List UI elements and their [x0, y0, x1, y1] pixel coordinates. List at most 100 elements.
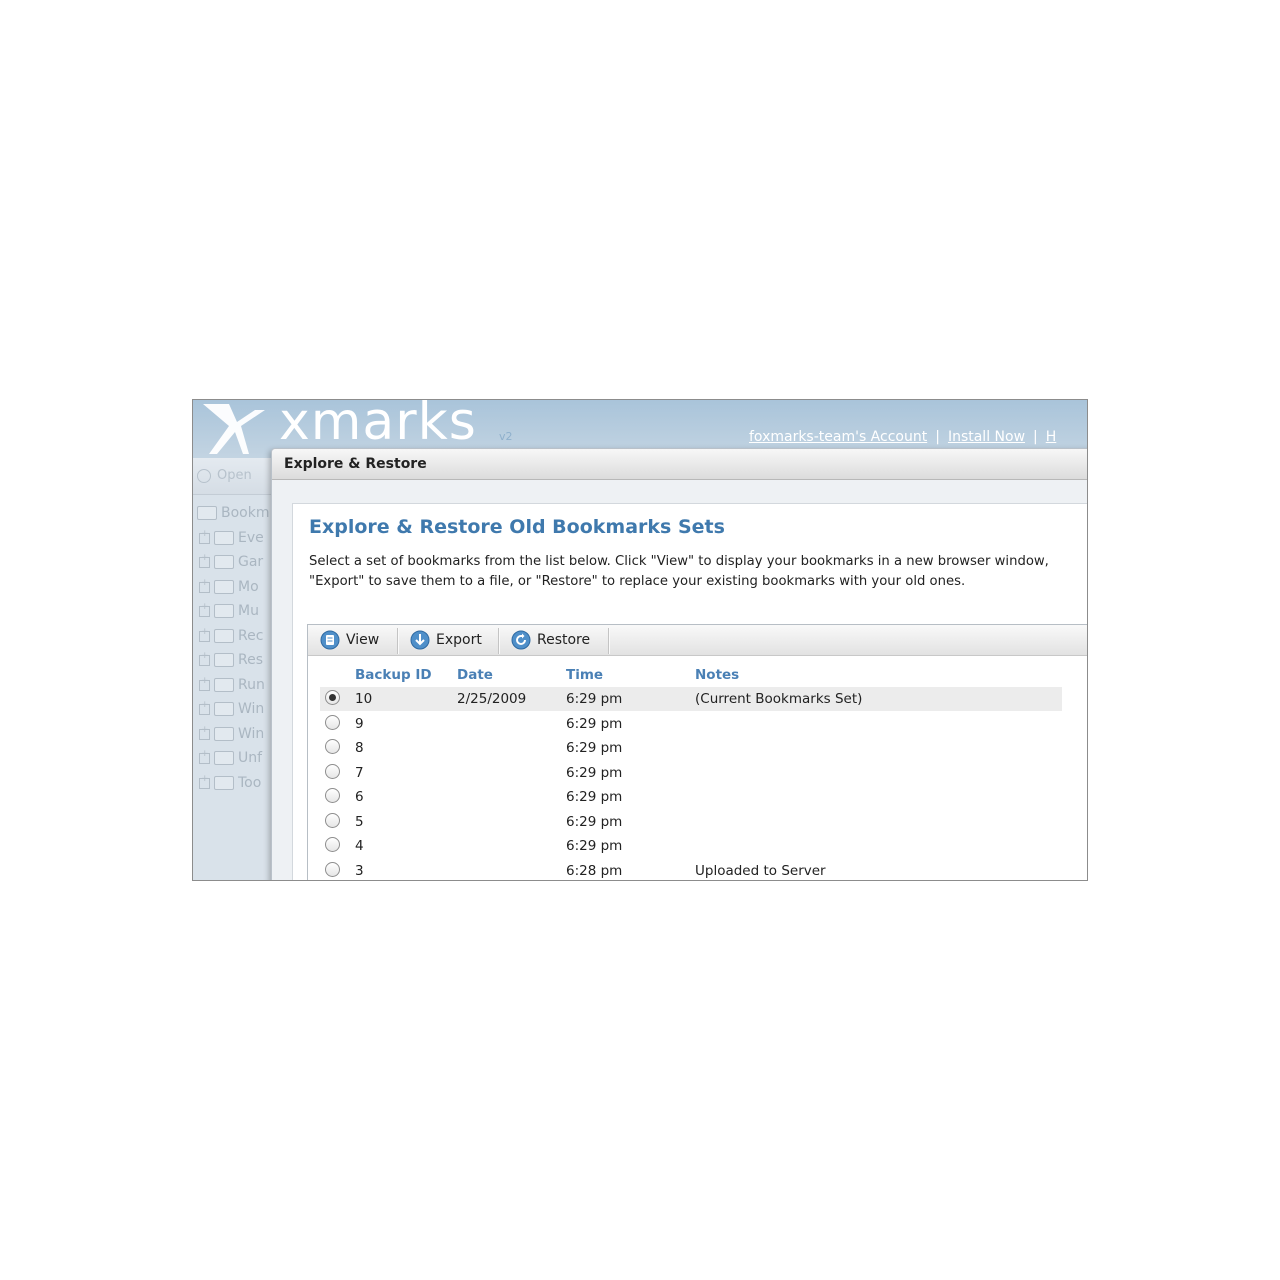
folder-icon	[214, 702, 234, 716]
time-cell: 6:29 pm	[566, 715, 623, 732]
view-icon	[320, 630, 340, 650]
help-link[interactable]: H	[1046, 429, 1057, 445]
backup-radio-button[interactable]	[325, 861, 340, 877]
folder-icon	[214, 604, 234, 618]
expand-icon	[199, 529, 210, 544]
table-row[interactable]: 10 2/25/2009 6:29 pm (Current Bookmarks Set…	[320, 687, 1062, 711]
expand-icon	[199, 578, 210, 593]
column-header-backup-id[interactable]: Backup ID	[355, 667, 432, 683]
column-header-notes[interactable]: Notes	[695, 667, 739, 683]
expand-icon	[199, 602, 210, 617]
toolbar-divider	[608, 628, 610, 654]
restore-icon	[511, 630, 531, 650]
time-cell: 6:29 pm	[566, 813, 623, 830]
tree-item[interactable]: Run	[199, 676, 265, 693]
tree-item[interactable]: Gar	[199, 553, 263, 570]
table-row[interactable]: 9 6:29 pm	[320, 712, 1062, 736]
table-row[interactable]: 6 6:29 pm	[320, 785, 1062, 809]
version-label: v2	[499, 430, 513, 443]
backup-id-cell: 6	[355, 789, 364, 805]
account-links: foxmarks-team's Account | Install Now | H	[749, 429, 1056, 445]
tree-item[interactable]: Res	[199, 651, 263, 668]
backup-id-cell: 8	[355, 740, 364, 756]
dialog-titlebar[interactable]: Explore & Restore	[272, 449, 1087, 480]
tree-item[interactable]: Win	[199, 725, 264, 742]
folder-icon	[214, 653, 234, 667]
time-cell: 6:29 pm	[566, 740, 623, 756]
dialog-title: Explore & Restore	[284, 456, 427, 472]
date-cell: 2/25/2009	[457, 691, 527, 707]
column-header-date[interactable]: Date	[457, 667, 493, 683]
backup-id-cell: 10	[355, 691, 373, 707]
time-cell: 6:28 pm	[566, 862, 623, 879]
tree-item[interactable]: Mo	[199, 578, 259, 595]
backup-radio-button[interactable]	[325, 837, 340, 852]
install-now-link[interactable]: Install Now	[948, 429, 1025, 445]
backup-toolbar: View Export Restore	[308, 625, 1087, 656]
table-row[interactable]: 7 6:29 pm	[320, 761, 1062, 785]
time-cell: 6:29 pm	[566, 789, 623, 805]
view-button[interactable]: View	[320, 630, 379, 652]
explore-restore-dialog: Explore & Restore Explore & Restore Old …	[271, 448, 1087, 881]
expand-icon	[199, 749, 210, 764]
export-button[interactable]: Export	[410, 630, 482, 652]
folder-icon	[214, 678, 234, 692]
folder-icon	[214, 629, 234, 643]
notes-cell: Uploaded to Server	[695, 862, 826, 879]
open-button[interactable]: Open	[197, 468, 252, 483]
expand-icon	[199, 627, 210, 642]
backup-radio-button[interactable]	[325, 739, 340, 754]
export-button-label: Export	[436, 632, 482, 648]
xmarks-logo-text: xmarks	[279, 399, 477, 452]
backup-radio-button[interactable]	[325, 714, 340, 730]
backup-list-panel: View Export Restore Backup ID Date Time …	[307, 624, 1087, 881]
folder-icon	[214, 776, 234, 790]
backup-id-cell: 7	[355, 764, 364, 781]
backup-radio-button[interactable]	[325, 763, 340, 779]
expand-icon	[199, 553, 210, 568]
screenshot-frame: xmarks v2 foxmarks-team's Account | Instal…	[192, 399, 1088, 881]
tree-item[interactable]: Too	[199, 774, 261, 791]
link-separator: |	[935, 429, 940, 445]
link-separator: |	[1033, 429, 1038, 445]
open-icon	[197, 468, 211, 483]
backup-radio-button[interactable]	[325, 812, 340, 828]
time-cell: 6:29 pm	[566, 764, 623, 781]
folder-icon	[214, 727, 234, 741]
tree-item[interactable]: Rec	[199, 627, 263, 644]
folder-icon	[214, 555, 234, 569]
account-link[interactable]: foxmarks-team's Account	[749, 429, 927, 445]
backup-radio-button[interactable]	[325, 690, 340, 705]
backup-id-cell: 5	[355, 813, 364, 830]
page-title: Explore & Restore Old Bookmarks Sets	[309, 516, 725, 538]
restore-button-label: Restore	[537, 632, 591, 648]
table-row[interactable]: 5 6:29 pm	[320, 810, 1062, 834]
notes-cell: (Current Bookmarks Set)	[695, 691, 863, 707]
tree-item[interactable]: Unf	[199, 749, 262, 766]
table-row[interactable]: 4 6:29 pm	[320, 834, 1062, 858]
tree-item[interactable]: Win	[199, 700, 264, 717]
toolbar-divider	[397, 628, 399, 654]
folder-icon	[197, 506, 217, 520]
column-header-time[interactable]: Time	[566, 667, 603, 683]
tree-item[interactable]: Mu	[199, 602, 259, 619]
table-row[interactable]: 3 6:28 pm Uploaded to Server	[320, 859, 1062, 881]
tree-item-root[interactable]: Bookm	[197, 505, 269, 521]
dialog-body: Explore & Restore Old Bookmarks Sets Sel…	[292, 503, 1087, 881]
xmarks-logo-icon	[203, 404, 265, 454]
backup-radio-button[interactable]	[325, 788, 340, 803]
view-button-label: View	[346, 632, 380, 648]
export-icon	[410, 630, 430, 650]
expand-icon	[199, 676, 210, 691]
instructions-text: Select a set of bookmarks from the list …	[309, 554, 1049, 589]
bookmarks-sidebar: Bookm Eve Gar Mo Mu Rec Res Run Win Win …	[193, 495, 273, 880]
restore-button[interactable]: Restore	[511, 630, 590, 652]
tree-item[interactable]: Eve	[199, 529, 264, 546]
time-cell: 6:29 pm	[566, 691, 623, 707]
expand-icon	[199, 651, 210, 666]
folder-icon	[214, 580, 234, 594]
expand-icon	[199, 700, 210, 715]
backup-id-cell: 3	[355, 862, 364, 879]
time-cell: 6:29 pm	[566, 838, 623, 854]
table-row[interactable]: 8 6:29 pm	[320, 736, 1062, 760]
